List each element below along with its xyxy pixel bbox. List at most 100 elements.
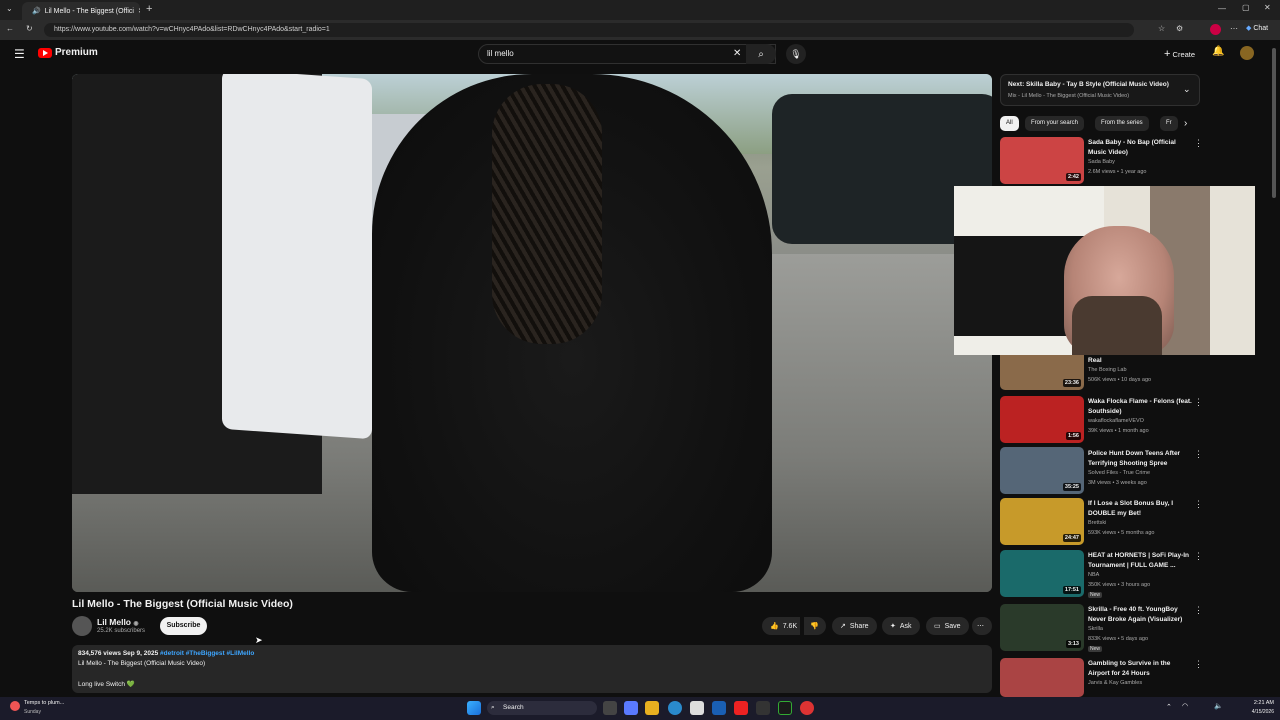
subscribe-button[interactable]: Subscribe — [160, 617, 207, 635]
recommendation-title[interactable]: Real — [1088, 356, 1192, 366]
browser-tab[interactable]: 🔊 Lil Mello - The Biggest (Offici ✕ — [22, 2, 140, 20]
share-button[interactable]: ↗ Share — [832, 617, 877, 635]
more-options-icon[interactable]: ⋮ — [1194, 659, 1203, 670]
star-icon[interactable]: ☆ — [1158, 24, 1165, 33]
recommendation-channel[interactable]: wakaflockaflameVEVO — [1088, 418, 1144, 424]
search-button[interactable]: ⌕ — [746, 44, 776, 64]
recommendation-thumbnail[interactable]: 2:42 — [1000, 137, 1084, 184]
next-up-box[interactable] — [1000, 74, 1200, 106]
chip-from-the-series[interactable]: From the series — [1095, 116, 1149, 131]
duration-badge: 2:42 — [1065, 173, 1081, 181]
recommendation-title[interactable]: Gambling to Survive in the Airport for 2… — [1088, 659, 1192, 678]
recommendation-channel[interactable]: Skrilla — [1088, 626, 1103, 632]
more-options-icon[interactable]: ⋮ — [1194, 551, 1203, 562]
more-actions-button[interactable]: ⋯ — [972, 617, 992, 635]
video-player[interactable] — [72, 74, 992, 592]
close-tab-icon[interactable]: ✕ — [138, 7, 140, 15]
url-field[interactable]: https://www.youtube.com/watch?v=wCHnyc4P… — [44, 23, 1134, 37]
hashtags[interactable]: #detroit #TheBiggest #LilMello — [160, 650, 254, 657]
recommendation-channel[interactable]: Jarvis & Kay Gambles — [1088, 680, 1142, 686]
chrome-icon[interactable] — [800, 701, 814, 715]
channel-avatar[interactable] — [72, 616, 92, 636]
capcut-icon[interactable] — [756, 701, 770, 715]
task-view-icon[interactable] — [603, 701, 617, 715]
recommendation-thumbnail[interactable]: 1:56 — [1000, 396, 1084, 443]
minimize-icon[interactable]: — — [1218, 4, 1226, 13]
youtube-play-icon — [38, 47, 52, 58]
recommendation-channel[interactable]: NBA — [1088, 572, 1099, 578]
recommendation-title[interactable]: If I Lose a Slot Bonus Buy, I DOUBLE my … — [1088, 499, 1192, 518]
tab-list-icon[interactable]: ⌄ — [6, 4, 13, 13]
chip-all[interactable]: All — [1000, 116, 1019, 131]
copilot-app-icon[interactable] — [624, 701, 638, 715]
recommendation-thumbnail[interactable]: 35:25 — [1000, 447, 1084, 494]
taskbar-date[interactable]: 4/15/2026 — [1240, 709, 1274, 715]
tray-chevron-icon[interactable]: ⌃ — [1166, 703, 1172, 711]
windows-start-icon[interactable] — [467, 701, 481, 715]
recommendation-title[interactable]: Skrilla - Free 40 ft. YoungBoy Never Bro… — [1088, 605, 1192, 624]
clear-search-icon[interactable]: ✕ — [733, 48, 741, 59]
taskbar-search[interactable]: ⌕ Search — [487, 701, 597, 715]
youtube-logo[interactable]: Premium — [38, 47, 98, 58]
voice-search-button[interactable]: 🎙 — [786, 44, 806, 64]
recommendation-meta: 506K views • 10 days ago — [1088, 377, 1152, 383]
refresh-icon[interactable]: ↻ — [26, 24, 33, 33]
hamburger-menu-icon[interactable]: ☰ — [14, 47, 25, 61]
chip-more[interactable]: Fr — [1160, 116, 1178, 131]
weather-subtitle: Sunday — [24, 709, 41, 715]
channel-name[interactable]: Lil Mello ◉ — [97, 617, 139, 627]
expand-chevron-icon[interactable]: ⌄ — [1183, 84, 1191, 95]
notifications-bell-icon[interactable]: 🔔 — [1212, 46, 1224, 57]
edge-browser-icon[interactable] — [668, 701, 682, 715]
recommendation-title[interactable]: HEAT at HORNETS | SoFi Play-In Tournamen… — [1088, 551, 1192, 570]
save-button[interactable]: ▭ Save — [926, 617, 969, 635]
store-icon[interactable] — [690, 701, 704, 715]
recommendation-channel[interactable]: Brettski — [1088, 520, 1106, 526]
more-options-icon[interactable]: ⋮ — [1194, 397, 1203, 408]
recommendation-title[interactable]: Police Hunt Down Teens After Terrifying … — [1088, 449, 1192, 468]
more-options-icon[interactable]: ⋮ — [1194, 605, 1203, 616]
recommendation-thumbnail[interactable] — [1000, 658, 1084, 697]
recommendation-title[interactable]: Waka Flocka Flame - Felons (feat. Souths… — [1088, 397, 1192, 416]
recommendation-thumbnail[interactable]: 17:51 — [1000, 550, 1084, 597]
recommendation-meta: 350K views • 3 hours ago — [1088, 582, 1151, 588]
close-window-icon[interactable]: ✕ — [1264, 3, 1271, 12]
file-explorer-icon[interactable] — [645, 701, 659, 715]
weather-title[interactable]: Temps to plum... — [24, 700, 64, 706]
page-scrollbar[interactable] — [1272, 48, 1276, 198]
next-up-title: Next: Skilla Baby - Tay B Style (Officia… — [1008, 81, 1169, 88]
create-button[interactable]: + Create — [1158, 44, 1201, 64]
recommendation-thumbnail[interactable]: 24:47 — [1000, 498, 1084, 545]
more-options-icon[interactable]: ⋮ — [1194, 138, 1203, 149]
chips-next-arrow-icon[interactable]: › — [1184, 118, 1187, 129]
like-button[interactable]: 👍 7.6K — [762, 617, 800, 635]
recommendation-title[interactable]: Sada Baby - No Bap (Official Music Video… — [1088, 138, 1192, 157]
outlook-icon[interactable] — [712, 701, 726, 715]
weather-icon[interactable] — [10, 701, 20, 711]
volume-icon[interactable]: 🔈 — [1214, 702, 1223, 710]
recommendation-channel[interactable]: The Boxing Lab — [1088, 367, 1127, 373]
extensions-icon[interactable]: ⚙ — [1176, 24, 1183, 33]
youtube-app-icon[interactable] — [734, 701, 748, 715]
maximize-icon[interactable]: ▢ — [1242, 3, 1250, 12]
dislike-button[interactable]: 👎 — [804, 617, 826, 635]
account-avatar[interactable] — [1240, 46, 1254, 60]
profile-avatar[interactable] — [1210, 24, 1221, 35]
recommendation-meta: 593K views • 5 months ago — [1088, 530, 1155, 536]
wifi-icon[interactable]: ◠ — [1182, 702, 1188, 710]
chip-from-your-search[interactable]: From your search — [1025, 116, 1085, 131]
terminal-icon[interactable] — [778, 701, 792, 715]
new-tab-icon[interactable]: + — [146, 3, 152, 15]
recommendation-channel[interactable]: Solved Files - True Crime — [1088, 470, 1150, 476]
back-icon[interactable]: ← — [6, 24, 14, 33]
new-badge-text: New — [1088, 646, 1103, 652]
more-menu-icon[interactable]: ⋯ — [1230, 24, 1238, 33]
recommendation-channel[interactable]: Sada Baby — [1088, 159, 1115, 165]
recommendation-thumbnail[interactable]: 3:13 — [1000, 604, 1084, 651]
copilot-chat-button[interactable]: ◆ Chat — [1246, 24, 1268, 32]
ask-button[interactable]: ✦ Ask — [882, 617, 920, 635]
taskbar-time[interactable]: 2:21 AM — [1240, 700, 1274, 706]
search-input[interactable]: lil mello — [478, 44, 776, 64]
more-options-icon[interactable]: ⋮ — [1194, 449, 1203, 460]
more-options-icon[interactable]: ⋮ — [1194, 499, 1203, 510]
